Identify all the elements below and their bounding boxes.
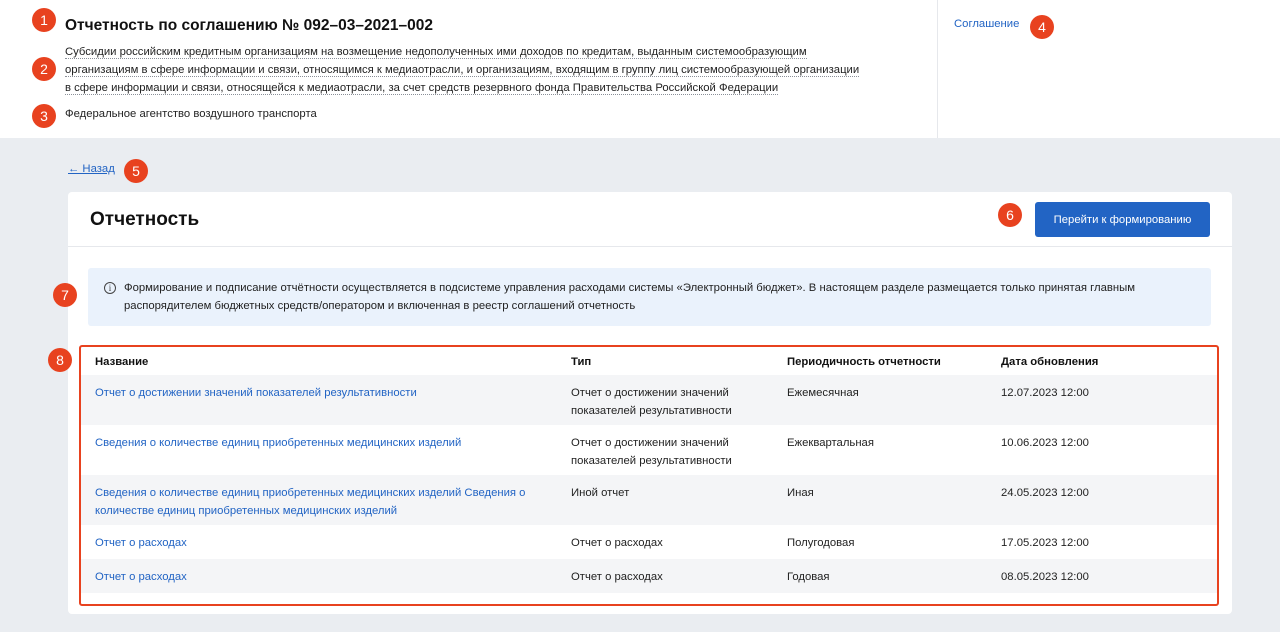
agreement-link[interactable]: Соглашение xyxy=(954,18,1019,30)
agreement-info: Отчетность по соглашению № 092–03–2021–0… xyxy=(0,0,937,138)
table-row[interactable]: Отчет о расходах Отчет о расходах Полуго… xyxy=(81,525,1217,559)
back-link[interactable]: ← Назад xyxy=(68,163,115,175)
report-type: Иной отчет xyxy=(571,487,630,499)
report-date: 24.05.2023 12:00 xyxy=(1001,487,1089,499)
report-name-link[interactable]: Сведения о количестве единиц приобретенн… xyxy=(95,484,555,520)
report-name-link[interactable]: Отчет о расходах xyxy=(95,534,555,552)
table-row[interactable]: Сведения о количестве единиц приобретенн… xyxy=(81,475,1217,525)
report-type: Отчет о расходах xyxy=(571,571,663,583)
report-period: Ежеквартальная xyxy=(787,437,874,449)
report-period: Иная xyxy=(787,487,814,499)
table-row[interactable]: Отчет о расходах Отчет о расходах Годова… xyxy=(81,559,1217,593)
subsidy-description: Субсидии российским кредитным организаци… xyxy=(65,43,915,97)
reports-card: Отчетность Перейти к формированию i Форм… xyxy=(68,192,1232,614)
annotation-marker: 7 xyxy=(53,283,77,307)
report-name-link[interactable]: Отчет о достижении значений показателей … xyxy=(95,384,555,402)
report-name-link[interactable]: Отчет о расходах xyxy=(95,568,555,586)
report-type: Отчет о достижении значений показателей … xyxy=(571,437,732,467)
info-text: Формирование и подписание отчётности осу… xyxy=(124,282,1135,312)
report-date: 17.05.2023 12:00 xyxy=(1001,537,1089,549)
column-header-name[interactable]: Название xyxy=(95,356,555,368)
header-divider xyxy=(937,0,938,138)
table-header: Название Тип Периодичность отчетности Да… xyxy=(81,347,1217,375)
annotation-marker: 8 xyxy=(48,348,72,372)
card-divider xyxy=(68,246,1232,247)
annotation-marker: 6 xyxy=(998,203,1022,227)
description-line: в сфере информации и связи, относящейся … xyxy=(65,82,779,95)
report-type: Отчет о расходах xyxy=(571,537,663,549)
report-date: 12.07.2023 12:00 xyxy=(1001,387,1089,399)
description-line: Субсидии российским кредитным организаци… xyxy=(65,46,807,59)
report-type: Отчет о достижении значений показателей … xyxy=(571,387,732,417)
reports-table: Название Тип Периодичность отчетности Да… xyxy=(79,345,1219,606)
info-icon: i xyxy=(104,282,116,294)
go-to-formation-button[interactable]: Перейти к формированию xyxy=(1035,202,1210,237)
page-title: Отчетность по соглашению № 092–03–2021–0… xyxy=(65,17,433,34)
column-header-period[interactable]: Периодичность отчетности xyxy=(787,356,987,368)
description-line: организациям в сфере информации и связи,… xyxy=(65,64,860,77)
column-header-type[interactable]: Тип xyxy=(571,356,761,368)
annotation-marker: 2 xyxy=(32,57,56,81)
table-row[interactable]: Отчет о достижении значений показателей … xyxy=(81,375,1217,425)
page-header: Отчетность по соглашению № 092–03–2021–0… xyxy=(0,0,1280,138)
table-row[interactable]: Сведения о количестве единиц приобретенн… xyxy=(81,425,1217,475)
card-title: Отчетность xyxy=(90,209,200,230)
column-header-date[interactable]: Дата обновления xyxy=(1001,356,1201,368)
agency-name: Федеральное агентство воздушного транспо… xyxy=(65,108,317,120)
annotation-marker: 4 xyxy=(1030,15,1054,39)
annotation-marker: 5 xyxy=(124,159,148,183)
info-banner: i Формирование и подписание отчётности о… xyxy=(88,268,1211,326)
annotation-marker: 1 xyxy=(32,8,56,32)
annotation-marker: 3 xyxy=(32,104,56,128)
report-period: Ежемесячная xyxy=(787,387,859,399)
report-name-link[interactable]: Сведения о количестве единиц приобретенн… xyxy=(95,434,555,452)
report-date: 08.05.2023 12:00 xyxy=(1001,571,1089,583)
report-date: 10.06.2023 12:00 xyxy=(1001,437,1089,449)
report-period: Полугодовая xyxy=(787,537,855,549)
report-period: Годовая xyxy=(787,571,830,583)
